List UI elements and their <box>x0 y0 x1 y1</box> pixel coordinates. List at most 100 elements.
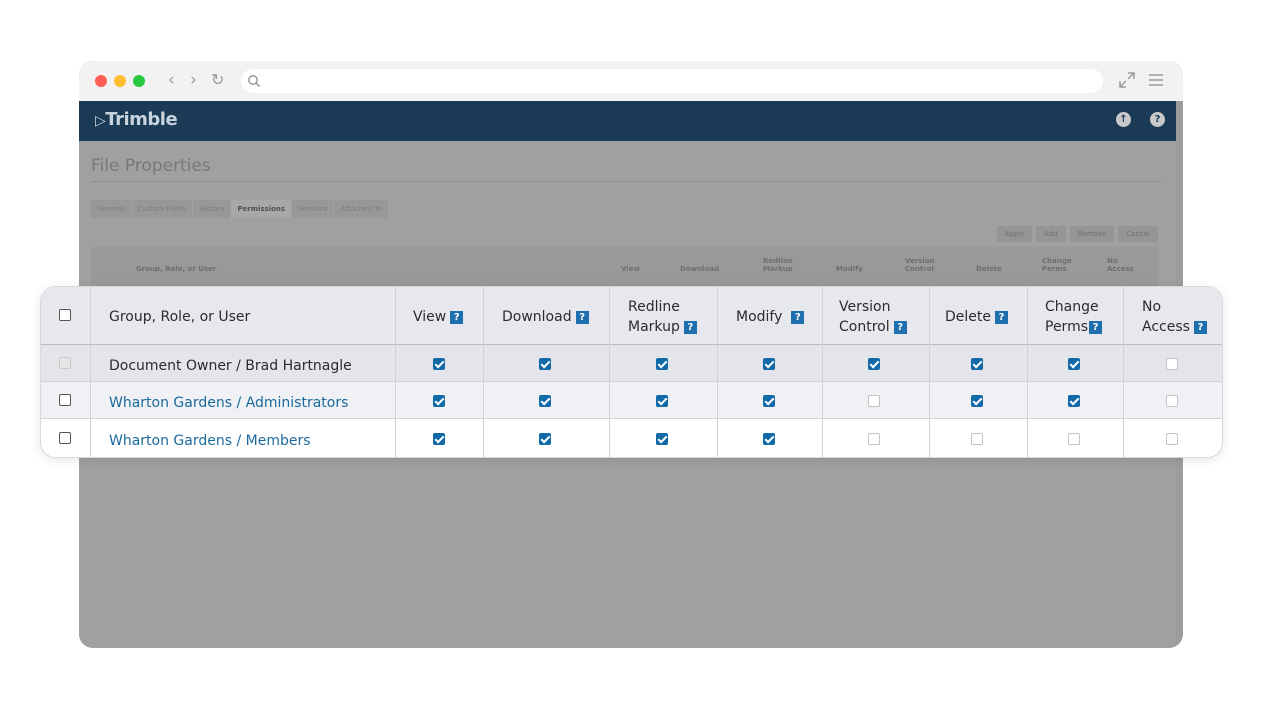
help-icon[interactable]: ? <box>893 321 907 334</box>
search-icon <box>248 75 261 88</box>
properties-tabs: General Custom Fields History Permission… <box>91 200 389 218</box>
logo-mark-icon: ▷ <box>95 113 106 129</box>
bg-col-redline: Redline Markup <box>763 257 793 273</box>
row-name-link[interactable]: Wharton Gardens / Members <box>109 432 311 450</box>
chevron-right-icon[interactable]: › <box>190 70 197 90</box>
close-window-button[interactable] <box>95 75 107 87</box>
checkbox-change-perms[interactable] <box>1068 433 1080 445</box>
checkbox-view[interactable] <box>433 358 445 370</box>
checkbox-version-control[interactable] <box>868 395 880 407</box>
app-header: ▷Trimble ↑ ? <box>79 101 1176 141</box>
tab-attached-to[interactable]: Attached To <box>334 200 388 218</box>
column-header-modify: Modify? <box>736 307 805 327</box>
bg-col-name: Group, Role, or User <box>136 265 217 273</box>
checkbox-redline-markup[interactable] <box>656 395 668 407</box>
browser-toolbar: ‹ › ↻ <box>79 61 1183 101</box>
column-header-view: View? <box>413 307 464 327</box>
help-icon[interactable]: ? <box>791 311 805 324</box>
trimble-logo: ▷Trimble <box>95 109 178 130</box>
checkbox-delete[interactable] <box>971 433 983 445</box>
bg-col-change: Change Perms <box>1042 257 1072 273</box>
chevron-left-icon[interactable]: ‹ <box>168 70 175 90</box>
tab-custom-fields[interactable]: Custom Fields <box>131 200 193 218</box>
row-select-checkbox[interactable] <box>59 394 71 406</box>
upload-icon[interactable]: ↑ <box>1116 112 1131 127</box>
minimize-window-button[interactable] <box>114 75 126 87</box>
help-icon[interactable]: ? <box>575 311 589 324</box>
column-divider <box>822 287 823 457</box>
column-header-redline-markup: Redline Markup? <box>628 297 697 337</box>
apply-button[interactable]: Apply <box>996 226 1033 242</box>
remove-button[interactable]: Remove <box>1069 226 1115 242</box>
checkbox-download[interactable] <box>539 358 551 370</box>
checkbox-no-access[interactable] <box>1166 433 1178 445</box>
tab-history[interactable]: History <box>193 200 231 218</box>
checkbox-download[interactable] <box>539 395 551 407</box>
bg-col-modify: Modify <box>836 265 863 273</box>
help-icon[interactable]: ? <box>1089 321 1102 334</box>
column-divider <box>395 287 396 457</box>
column-divider <box>1123 287 1124 457</box>
bg-col-view: View <box>621 265 640 273</box>
checkbox-no-access[interactable] <box>1166 358 1178 370</box>
row-select-checkbox <box>59 357 71 369</box>
checkbox-no-access[interactable] <box>1166 395 1178 407</box>
column-header-delete: Delete? <box>945 307 1008 327</box>
checkbox-modify[interactable] <box>763 433 775 445</box>
row-divider <box>41 344 1222 345</box>
column-divider <box>929 287 930 457</box>
column-header-name: Group, Role, or User <box>109 309 251 325</box>
checkbox-view[interactable] <box>433 395 445 407</box>
cancel-button[interactable]: Cancel <box>1118 226 1158 242</box>
checkbox-delete[interactable] <box>971 395 983 407</box>
column-header-no-access: No Access? <box>1142 297 1207 337</box>
row-divider <box>41 381 1222 382</box>
row-divider <box>41 418 1222 419</box>
tab-permissions[interactable]: Permissions <box>231 200 292 218</box>
bg-col-noaccess: No Access <box>1107 257 1134 273</box>
help-icon[interactable]: ? <box>1193 321 1207 334</box>
column-divider <box>717 287 718 457</box>
tab-general[interactable]: General <box>91 200 131 218</box>
column-divider <box>483 287 484 457</box>
bg-col-delete: Delete <box>976 265 1002 273</box>
select-all-checkbox[interactable] <box>59 309 71 321</box>
checkbox-download[interactable] <box>539 433 551 445</box>
bg-col-version: Version Control <box>905 257 935 273</box>
help-icon[interactable]: ? <box>683 321 697 334</box>
reload-icon[interactable]: ↻ <box>211 70 224 90</box>
row-select-checkbox[interactable] <box>59 432 71 444</box>
checkbox-delete[interactable] <box>971 358 983 370</box>
help-icon[interactable]: ? <box>450 311 464 324</box>
checkbox-version-control[interactable] <box>868 358 880 370</box>
tab-versions[interactable]: Versions <box>292 200 334 218</box>
column-divider <box>1027 287 1028 457</box>
menu-icon[interactable] <box>1147 71 1165 89</box>
checkbox-change-perms[interactable] <box>1068 395 1080 407</box>
column-header-version-control: Version Control? <box>839 297 907 337</box>
background-table-header: Group, Role, or User View Download Redli… <box>91 247 1159 291</box>
column-divider <box>609 287 610 457</box>
checkbox-view[interactable] <box>433 433 445 445</box>
permissions-table: Group, Role, or User View? Download? Red… <box>40 286 1223 458</box>
bg-col-download: Download <box>680 265 720 273</box>
checkbox-modify[interactable] <box>763 358 775 370</box>
maximize-window-button[interactable] <box>133 75 145 87</box>
checkbox-version-control[interactable] <box>868 433 880 445</box>
title-divider <box>91 181 1161 182</box>
help-icon[interactable]: ? <box>1150 112 1165 127</box>
column-header-change-perms: Change Perms? <box>1045 297 1102 337</box>
row-name-link[interactable]: Wharton Gardens / Administrators <box>109 394 348 412</box>
row-name: Document Owner / Brad Hartnagle <box>109 358 352 374</box>
checkbox-redline-markup[interactable] <box>656 433 668 445</box>
add-button[interactable]: Add <box>1036 226 1066 242</box>
column-header-download: Download? <box>502 307 589 327</box>
checkbox-modify[interactable] <box>763 395 775 407</box>
action-buttons: Apply Add Remove Cancel <box>993 226 1158 242</box>
help-icon[interactable]: ? <box>995 311 1008 324</box>
address-bar[interactable] <box>241 69 1103 93</box>
page-title: File Properties <box>91 156 211 176</box>
expand-icon[interactable] <box>1118 71 1136 89</box>
checkbox-change-perms[interactable] <box>1068 358 1080 370</box>
checkbox-redline-markup[interactable] <box>656 358 668 370</box>
